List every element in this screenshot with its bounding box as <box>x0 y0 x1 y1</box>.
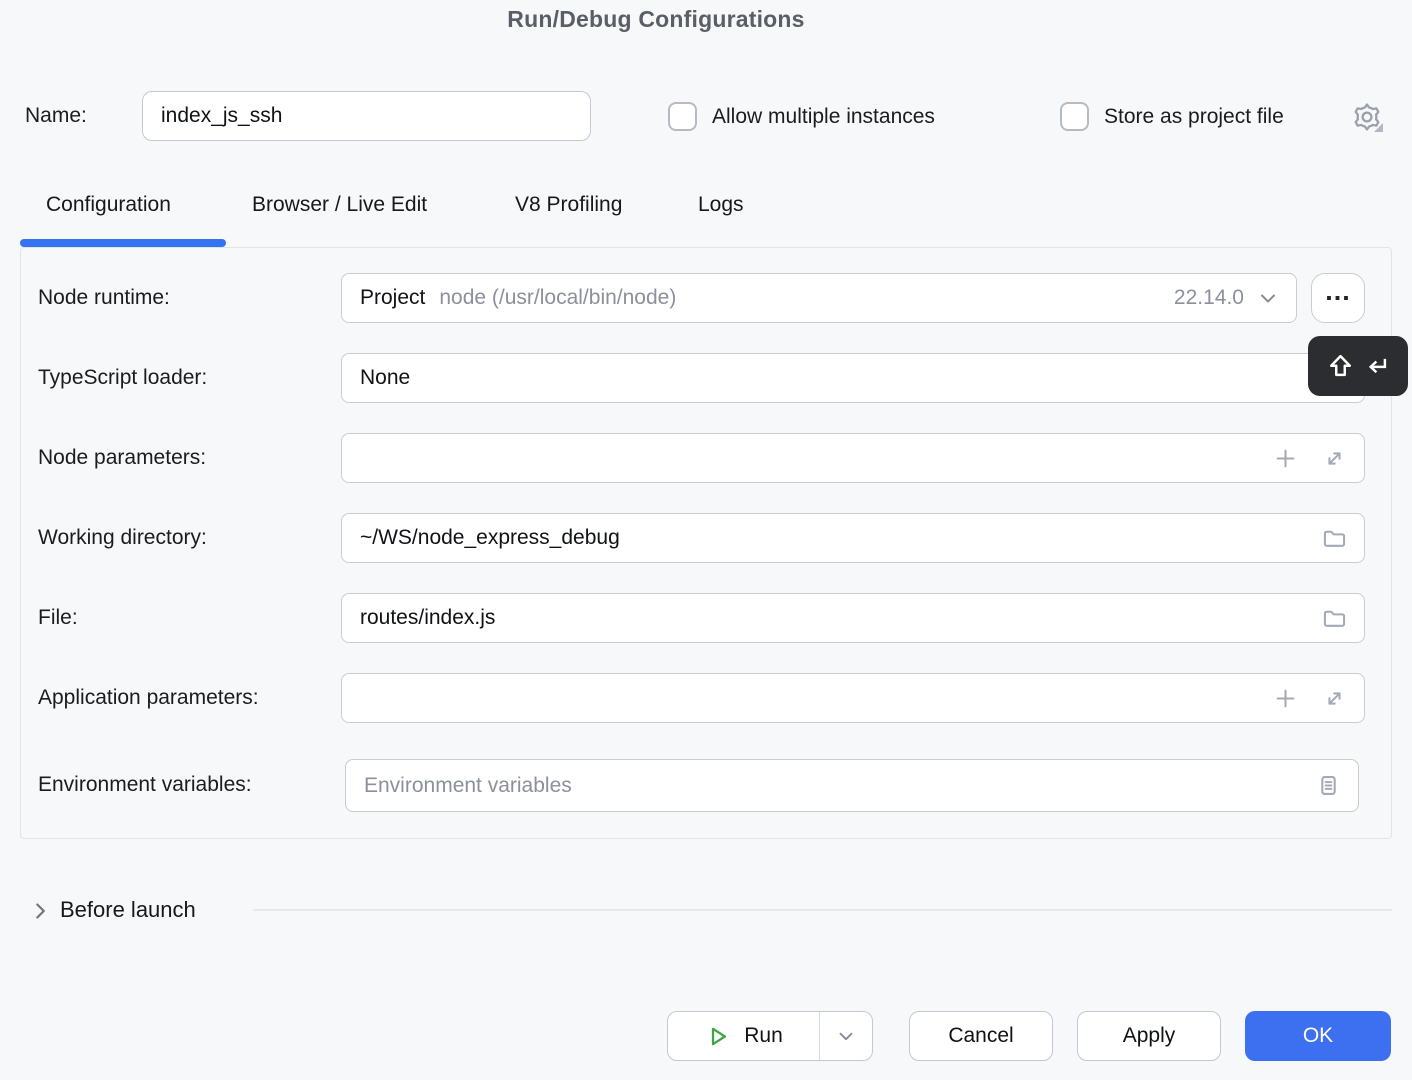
application-parameters-label: Application parameters: <box>38 686 259 710</box>
node-parameters-input[interactable] <box>341 433 1365 483</box>
store-as-project-file-row: Store as project file <box>1060 102 1284 131</box>
apply-button-label: Apply <box>1123 1024 1176 1048</box>
node-runtime-label: Node runtime: <box>38 286 170 310</box>
active-tab-indicator <box>20 239 226 247</box>
expand-icon[interactable] <box>1321 685 1348 712</box>
add-icon[interactable] <box>1272 445 1299 472</box>
allow-multiple-instances-label: Allow multiple instances <box>712 105 935 129</box>
working-directory-value: ~/WS/node_express_debug <box>360 526 620 550</box>
chevron-right-icon <box>27 898 53 924</box>
environment-variables-placeholder: Environment variables <box>364 774 572 798</box>
chevron-down-icon <box>1256 286 1280 310</box>
tab-v8-profiling[interactable]: V8 Profiling <box>515 193 622 217</box>
allow-multiple-instances-row: Allow multiple instances <box>668 102 935 131</box>
tab-logs[interactable]: Logs <box>698 193 744 217</box>
store-options-gear-button[interactable] <box>1350 100 1384 134</box>
name-input[interactable]: index_js_ssh <box>142 91 591 141</box>
node-runtime-browse-button[interactable]: ... <box>1311 273 1365 323</box>
node-runtime-value: Project <box>360 286 425 310</box>
working-directory-input[interactable]: ~/WS/node_express_debug <box>341 513 1365 563</box>
application-parameters-input[interactable] <box>341 673 1365 723</box>
environment-variables-label: Environment variables: <box>38 773 252 797</box>
name-input-value: index_js_ssh <box>161 104 282 128</box>
typescript-loader-label: TypeScript loader: <box>38 366 207 390</box>
node-runtime-detail: node (/usr/local/bin/node) <box>439 286 676 310</box>
folder-icon[interactable] <box>1321 525 1348 552</box>
dialog-title: Run/Debug Configurations <box>0 6 1312 33</box>
node-parameters-label: Node parameters: <box>38 446 206 470</box>
working-directory-label: Working directory: <box>38 526 207 550</box>
environment-variables-input[interactable]: Environment variables <box>345 759 1359 812</box>
before-launch-expander[interactable] <box>27 898 53 924</box>
name-label: Name: <box>25 104 87 128</box>
file-label: File: <box>38 606 78 630</box>
chevron-down-icon <box>835 1025 857 1047</box>
run-button[interactable]: Run <box>668 1012 819 1060</box>
node-runtime-version: 22.14.0 <box>1174 286 1244 310</box>
run-play-icon <box>704 1023 731 1050</box>
enter-icon <box>1361 351 1392 382</box>
more-options-icon: ... <box>1325 276 1351 307</box>
tab-browser-live-edit[interactable]: Browser / Live Edit <box>252 193 427 217</box>
allow-multiple-instances-checkbox[interactable] <box>668 102 697 131</box>
store-as-project-file-checkbox[interactable] <box>1060 102 1089 131</box>
run-split-button: Run <box>667 1011 873 1061</box>
node-runtime-combobox[interactable]: Project node (/usr/local/bin/node) 22.14… <box>341 273 1297 323</box>
ok-button[interactable]: OK <box>1245 1011 1391 1061</box>
add-icon[interactable] <box>1272 685 1299 712</box>
run-button-label: Run <box>744 1024 783 1048</box>
cancel-button[interactable]: Cancel <box>909 1011 1053 1061</box>
tab-configuration[interactable]: Configuration <box>46 193 171 217</box>
before-launch-label[interactable]: Before launch <box>60 897 196 923</box>
apply-button[interactable]: Apply <box>1077 1011 1221 1061</box>
file-value: routes/index.js <box>360 606 495 630</box>
cancel-button-label: Cancel <box>948 1024 1013 1048</box>
store-as-project-file-label: Store as project file <box>1104 105 1284 129</box>
file-input[interactable]: routes/index.js <box>341 593 1365 643</box>
expand-icon[interactable] <box>1321 445 1348 472</box>
gear-dropdown-corner-icon <box>1374 123 1383 132</box>
run-options-dropdown-button[interactable] <box>820 1012 872 1060</box>
folder-icon[interactable] <box>1321 605 1348 632</box>
typescript-loader-combobox[interactable]: None <box>341 353 1365 403</box>
before-launch-divider <box>253 909 1392 911</box>
shortcut-tooltip <box>1308 336 1408 396</box>
shift-icon <box>1325 351 1356 382</box>
ok-button-label: OK <box>1303 1024 1333 1048</box>
list-editor-icon[interactable] <box>1315 772 1342 799</box>
typescript-loader-value: None <box>360 366 410 390</box>
